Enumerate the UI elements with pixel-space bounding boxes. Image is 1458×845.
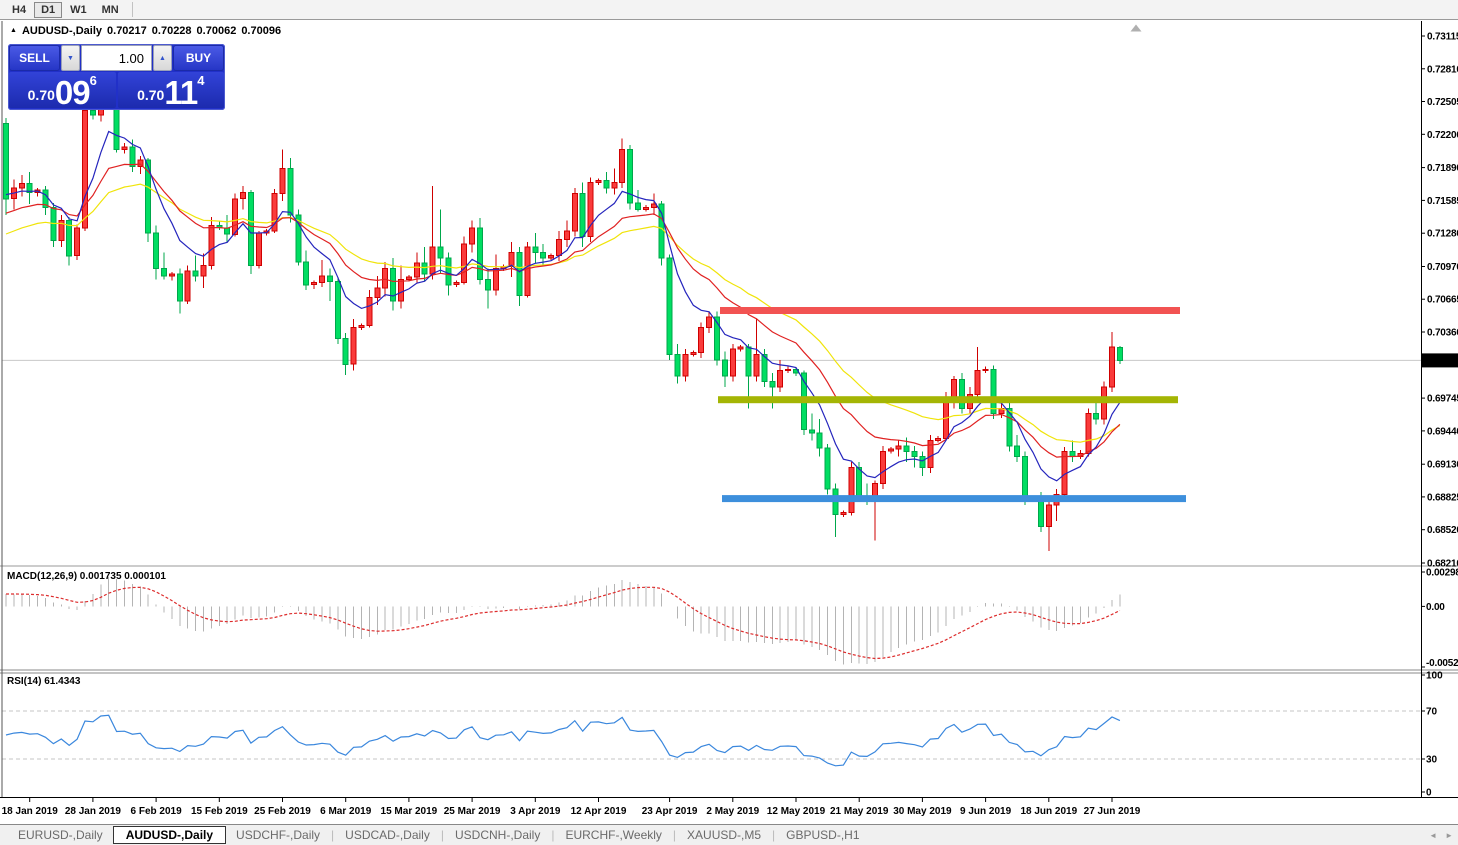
tab-eurchf-weekly[interactable]: EURCHF-,Weekly bbox=[555, 827, 671, 843]
sell-price-prefix: 0.70 bbox=[27, 87, 55, 103]
chart-tabs: EURUSD-,Daily AUDUSD-,Daily USDCHF-,Daily |… bbox=[8, 825, 870, 844]
tab-gbpusd-h1[interactable]: GBPUSD-,H1 bbox=[776, 827, 869, 843]
svg-text:0.68825: 0.68825 bbox=[1427, 492, 1458, 503]
ohlc-high: 0.70228 bbox=[151, 25, 192, 37]
buy-button[interactable]: BUY bbox=[173, 45, 224, 71]
svg-text:0.69130: 0.69130 bbox=[1427, 460, 1458, 471]
chart-tab-bar: EURUSD-,Daily AUDUSD-,Daily USDCHF-,Daily |… bbox=[0, 824, 1458, 845]
ohlc-close: 0.70096 bbox=[241, 25, 282, 37]
tab-usdchf-daily[interactable]: USDCHF-,Daily bbox=[226, 827, 330, 843]
svg-text:2 May 2019: 2 May 2019 bbox=[706, 806, 759, 817]
mid-line-olive[interactable] bbox=[718, 396, 1178, 404]
volume-input[interactable] bbox=[81, 45, 152, 71]
svg-text:15 Mar 2019: 15 Mar 2019 bbox=[381, 806, 438, 817]
tab-xauusd-m5[interactable]: XAUUSD-,M5 bbox=[677, 827, 771, 843]
one-click-trading-panel: SELL ▼ ▲ BUY 0.70 09 6 0.70 11 4 bbox=[8, 44, 225, 110]
svg-text:0.73115: 0.73115 bbox=[1427, 32, 1458, 43]
toolbar-separator bbox=[131, 2, 133, 17]
svg-text:6 Feb 2019: 6 Feb 2019 bbox=[131, 806, 183, 817]
svg-text:0.71280: 0.71280 bbox=[1427, 229, 1458, 240]
svg-text:0.70665: 0.70665 bbox=[1427, 295, 1458, 306]
svg-text:18 Jun 2019: 18 Jun 2019 bbox=[1020, 806, 1077, 817]
svg-text:30 May 2019: 30 May 2019 bbox=[893, 806, 952, 817]
support-line-blue[interactable] bbox=[722, 495, 1186, 503]
svg-text:0.70360: 0.70360 bbox=[1427, 328, 1458, 339]
tab-scroll-right-icon[interactable]: ► bbox=[1445, 831, 1453, 840]
macd-signal-line bbox=[6, 586, 1121, 660]
macd-indicator-label: MACD(12,26,9) 0.001735 0.000101 bbox=[7, 571, 166, 582]
buy-price-fraction: 4 bbox=[197, 73, 205, 88]
tab-usdcnh-daily[interactable]: USDCNH-,Daily bbox=[445, 827, 550, 843]
ma-fast-line bbox=[5, 130, 1121, 482]
ohlc-open: 0.70217 bbox=[107, 25, 147, 37]
pane-borders bbox=[0, 21, 1458, 798]
chart-title: ▲ AUDUSD-,Daily 0.70217 0.70228 0.70062 … bbox=[10, 25, 281, 37]
svg-text:0.70970: 0.70970 bbox=[1427, 262, 1458, 273]
svg-text:0.70096: 0.70096 bbox=[1424, 356, 1458, 367]
macd-pane bbox=[5, 576, 1121, 665]
svg-text:0.71890: 0.71890 bbox=[1427, 163, 1458, 174]
resistance-line-red[interactable] bbox=[720, 307, 1180, 314]
svg-text:12 May 2019: 12 May 2019 bbox=[767, 806, 826, 817]
svg-text:0.71585: 0.71585 bbox=[1427, 196, 1458, 207]
volume-increase-button[interactable]: ▲ bbox=[153, 45, 172, 71]
svg-text:0.002984: 0.002984 bbox=[1426, 568, 1458, 579]
tab-eurusd-daily[interactable]: EURUSD-,Daily bbox=[8, 827, 113, 843]
chart-canvas[interactable]: 0.73115 0.72810 0.72505 0.72200 0.71890 0.715… bbox=[0, 21, 1458, 824]
svg-text:0.68520: 0.68520 bbox=[1427, 525, 1458, 536]
timeframe-toolbar: H4 D1 W1 MN bbox=[0, 0, 1458, 20]
tab-audusd-daily[interactable]: AUDUSD-,Daily bbox=[112, 825, 227, 844]
buy-price-prefix: 0.70 bbox=[137, 87, 165, 103]
rsi-line bbox=[5, 714, 1121, 767]
sell-price-fraction: 6 bbox=[89, 73, 97, 88]
sell-price-tile[interactable]: 0.70 09 6 bbox=[9, 72, 116, 111]
price-axis: 0.73115 0.72810 0.72505 0.72200 0.71890 0.715… bbox=[1421, 32, 1458, 570]
chart-shift-marker-icon[interactable] bbox=[1130, 24, 1142, 32]
svg-text:0: 0 bbox=[1426, 788, 1432, 799]
current-price-badge: 0.70096 bbox=[1422, 353, 1458, 368]
svg-text:23 Apr 2019: 23 Apr 2019 bbox=[642, 806, 698, 817]
chart-symbol-period: AUDUSD-,Daily bbox=[21, 25, 103, 37]
svg-text:0.00: 0.00 bbox=[1426, 602, 1445, 613]
svg-text:-0.00525: -0.00525 bbox=[1426, 658, 1458, 669]
buy-price-tile[interactable]: 0.70 11 4 bbox=[117, 72, 224, 111]
svg-text:0.72810: 0.72810 bbox=[1427, 64, 1458, 75]
tab-usdcad-daily[interactable]: USDCAD-,Daily bbox=[335, 827, 440, 843]
svg-text:18 Jan 2019: 18 Jan 2019 bbox=[2, 806, 59, 817]
svg-text:21 May 2019: 21 May 2019 bbox=[830, 806, 889, 817]
time-axis: 18 Jan 2019 28 Jan 2019 6 Feb 2019 15 Feb 2… bbox=[2, 798, 1141, 817]
rsi-indicator-label: RSI(14) 61.4343 bbox=[7, 676, 81, 687]
svg-text:15 Feb 2019: 15 Feb 2019 bbox=[191, 806, 248, 817]
svg-text:9 Jun 2019: 9 Jun 2019 bbox=[960, 806, 1012, 817]
timeframe-button-mn[interactable]: MN bbox=[95, 2, 126, 18]
candles bbox=[3, 53, 1123, 552]
svg-text:6 Mar 2019: 6 Mar 2019 bbox=[320, 806, 372, 817]
svg-text:100: 100 bbox=[1426, 671, 1443, 682]
tab-scroll-left-icon[interactable]: ◄ bbox=[1429, 831, 1437, 840]
svg-text:0.69440: 0.69440 bbox=[1427, 426, 1458, 437]
sell-button[interactable]: SELL bbox=[9, 45, 60, 71]
svg-text:25 Feb 2019: 25 Feb 2019 bbox=[254, 806, 311, 817]
svg-text:0.72505: 0.72505 bbox=[1427, 97, 1458, 108]
timeframe-button-h4[interactable]: H4 bbox=[5, 2, 33, 18]
svg-text:27 Jun 2019: 27 Jun 2019 bbox=[1084, 806, 1141, 817]
timeframe-button-d1[interactable]: D1 bbox=[34, 1, 63, 18]
buy-price-pips: 11 bbox=[164, 73, 198, 111]
volume-decrease-button[interactable]: ▼ bbox=[61, 45, 80, 71]
rsi-axis: 100 70 30 0 bbox=[1421, 671, 1443, 799]
ohlc-low: 0.70062 bbox=[196, 25, 237, 37]
collapse-panel-icon[interactable]: ▲ bbox=[10, 27, 17, 34]
svg-text:0.69745: 0.69745 bbox=[1427, 394, 1458, 405]
svg-text:25 Mar 2019: 25 Mar 2019 bbox=[444, 806, 501, 817]
svg-text:3 Apr 2019: 3 Apr 2019 bbox=[510, 806, 561, 817]
svg-text:70: 70 bbox=[1426, 707, 1438, 718]
sell-price-pips: 09 bbox=[54, 73, 91, 111]
svg-text:30: 30 bbox=[1426, 755, 1438, 766]
svg-text:0.72200: 0.72200 bbox=[1427, 130, 1458, 141]
svg-text:12 Apr 2019: 12 Apr 2019 bbox=[571, 806, 627, 817]
timeframe-button-w1[interactable]: W1 bbox=[63, 2, 94, 18]
svg-text:28 Jan 2019: 28 Jan 2019 bbox=[65, 806, 122, 817]
macd-axis: 0.002984 0.00 -0.00525 bbox=[1421, 568, 1458, 669]
